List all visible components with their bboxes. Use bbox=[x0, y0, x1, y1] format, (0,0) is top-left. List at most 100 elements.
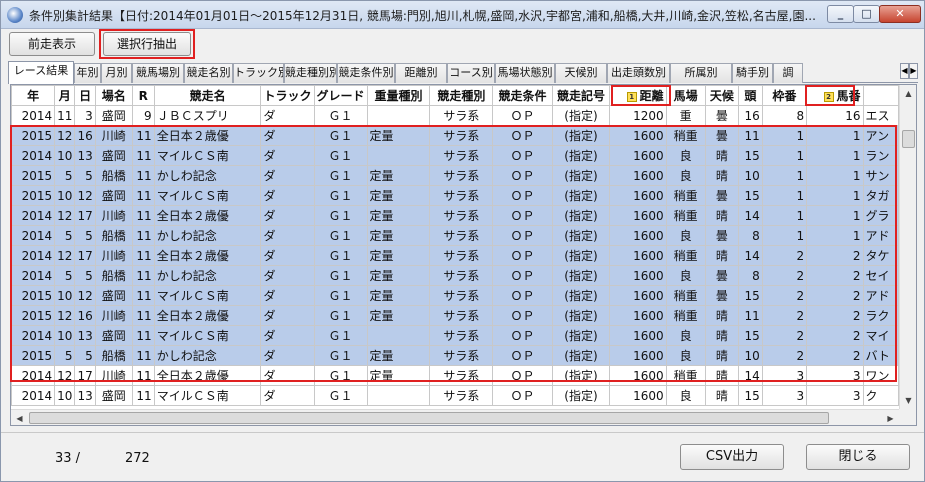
maximize-button[interactable]: □ bbox=[853, 5, 880, 23]
table-cell: サラ系 bbox=[429, 305, 494, 326]
column-header-15[interactable]: 頭 bbox=[738, 85, 763, 106]
table-cell: サラ系 bbox=[429, 265, 494, 286]
table-cell: 1600 bbox=[609, 305, 667, 326]
column-header-17[interactable]: 2 馬番 bbox=[806, 85, 864, 106]
table-cell: ダ bbox=[260, 205, 315, 226]
tab-7[interactable]: 競走条件別 bbox=[337, 63, 395, 83]
table-cell: 10 bbox=[738, 165, 763, 186]
title-bar[interactable]: 条件別集計結果【日付:2014年01月01日～2015年12月31日, 競馬場:… bbox=[1, 1, 924, 29]
column-header-16[interactable]: 枠番 bbox=[761, 85, 808, 106]
table-cell: 川崎 bbox=[94, 245, 133, 266]
table-cell: マイルＣＳ南 bbox=[153, 325, 262, 346]
table-cell: 1 bbox=[761, 125, 808, 146]
table-cell bbox=[366, 385, 431, 406]
table-row[interactable]: 2014 12 17 川崎 11 全日本２歳優ダ Ｇ１ 定量 サラ系 ＯＰ (指定) 1600 稍重晴 1… bbox=[11, 365, 899, 386]
column-header-14[interactable]: 天候 bbox=[704, 85, 740, 106]
tab-4[interactable]: 競走名別 bbox=[184, 63, 233, 83]
table-cell: 3 bbox=[761, 385, 808, 406]
table-cell: (指定) bbox=[551, 205, 611, 226]
vertical-scroll-thumb[interactable] bbox=[902, 130, 915, 148]
table-cell: 1600 bbox=[609, 325, 667, 346]
row-total: 272 bbox=[125, 451, 150, 466]
table-row[interactable]: 2014 10 13 盛岡 11 マイルＣＳ南ダ Ｇ１ サラ系 ＯＰ (指定) 1600 良晴 15 2 2… bbox=[11, 325, 899, 346]
table-cell: 川崎 bbox=[94, 125, 133, 146]
table-row[interactable]: 2014 10 13 盛岡 11 マイルＣＳ南ダ Ｇ１ サラ系 ＯＰ (指定) 1600 良晴 15 3 3… bbox=[11, 385, 899, 406]
column-header-11[interactable]: 競走記号 bbox=[551, 85, 611, 106]
table-cell: 2015 bbox=[11, 165, 56, 186]
table-cell: 稍重 bbox=[665, 205, 706, 226]
tab-10[interactable]: 馬場状態別 bbox=[495, 63, 555, 83]
table-row[interactable]: 2014 5 5 船橋 11 かしわ記念ダ Ｇ１ 定量 サラ系 ＯＰ (指定) 1600 良曇 8 1 1 アド bbox=[11, 225, 899, 246]
table-row[interactable]: 2014 10 13 盛岡 11 マイルＣＳ南ダ Ｇ１ サラ系 ＯＰ (指定) 1600 良晴 15 1 1… bbox=[11, 145, 899, 166]
table-cell: バト bbox=[862, 345, 899, 366]
table-row[interactable]: 2015 5 5 船橋 11 かしわ記念ダ Ｇ１ 定量 サラ系 ＯＰ (指定) 1600 良晴 10 1 1 サ… bbox=[11, 165, 899, 186]
table-row[interactable]: 2015 12 16 川崎 11 全日本２歳優ダ Ｇ１ 定量 サラ系 ＯＰ (指定) 1600 稍重晴 1… bbox=[11, 305, 899, 326]
table-cell: サラ系 bbox=[429, 385, 494, 406]
tab-13[interactable]: 所属別 bbox=[670, 63, 732, 83]
column-header-7[interactable]: グレード bbox=[313, 85, 368, 106]
table-cell: 2014 bbox=[11, 105, 56, 126]
scroll-right-icon[interactable]: ▶ bbox=[882, 410, 899, 425]
column-header-12[interactable]: 1 距離 bbox=[609, 85, 667, 106]
minimize-button[interactable]: _ bbox=[827, 5, 854, 23]
table-row[interactable]: 2015 10 12 盛岡 11 マイルＣＳ南ダ Ｇ１ 定量 サラ系 ＯＰ (指定) 1600 稍重曇 1… bbox=[11, 185, 899, 206]
horizontal-scroll-thumb[interactable] bbox=[29, 412, 829, 424]
close-window-button[interactable]: ✕ bbox=[879, 5, 921, 23]
scroll-up-icon[interactable]: ▲ bbox=[900, 85, 916, 102]
horizontal-scrollbar[interactable]: ◀ ▶ bbox=[11, 409, 899, 425]
column-header-9[interactable]: 競走種別 bbox=[429, 85, 494, 106]
tab-12[interactable]: 出走頭数別 bbox=[607, 63, 670, 83]
close-button[interactable]: 閉じる bbox=[806, 444, 910, 470]
vertical-scrollbar[interactable]: ▲ ▼ bbox=[899, 85, 916, 409]
table-cell: 晴 bbox=[704, 345, 740, 366]
tab-8[interactable]: 距離別 bbox=[395, 63, 447, 83]
column-header-2[interactable]: 日 bbox=[74, 85, 96, 106]
table-cell: 定量 bbox=[366, 345, 431, 366]
table-cell bbox=[366, 105, 431, 126]
table-cell: 11 bbox=[131, 205, 155, 226]
tab-3[interactable]: 競馬場別 bbox=[132, 63, 184, 83]
column-header-1[interactable]: 月 bbox=[54, 85, 76, 106]
table-row[interactable]: 2014 12 17 川崎 11 全日本２歳優ダ Ｇ１ 定量 サラ系 ＯＰ (指定) 1600 稍重晴 1… bbox=[11, 245, 899, 266]
column-header-0[interactable]: 年 bbox=[11, 85, 56, 106]
column-header-4[interactable]: R bbox=[131, 85, 155, 106]
scroll-left-icon[interactable]: ◀ bbox=[11, 410, 28, 425]
previous-race-button[interactable]: 前走表示 bbox=[9, 32, 95, 56]
table-row[interactable]: 2015 10 12 盛岡 11 マイルＣＳ南ダ Ｇ１ 定量 サラ系 ＯＰ (指定) 1600 稍重曇 1… bbox=[11, 285, 899, 306]
column-header-18[interactable] bbox=[862, 85, 899, 106]
tab-6[interactable]: 競走種別別 bbox=[284, 63, 337, 83]
column-header-label: 馬場 bbox=[673, 89, 698, 103]
table-row[interactable]: 2014 11 3 盛岡 9 ＪＢＣスプリダ Ｇ１ サラ系 ＯＰ (指定) 1200 重曇 16 8 16 エ… bbox=[11, 105, 899, 126]
column-header-5[interactable]: 競走名 bbox=[153, 85, 262, 106]
tab-2[interactable]: 月別 bbox=[101, 63, 132, 83]
scroll-down-icon[interactable]: ▼ bbox=[900, 392, 916, 409]
extract-selected-button[interactable]: 選択行抽出 bbox=[103, 32, 191, 56]
table-row[interactable]: 2015 12 16 川崎 11 全日本２歳優ダ Ｇ１ 定量 サラ系 ＯＰ (指定) 1600 稍重曇 1… bbox=[11, 125, 899, 146]
tab-scroll-right-icon[interactable]: ▶ bbox=[909, 63, 918, 79]
table-row[interactable]: 2015 5 5 船橋 11 かしわ記念ダ Ｇ１ 定量 サラ系 ＯＰ (指定) 1600 良晴 10 2 2 バ… bbox=[11, 345, 899, 366]
column-header-label: 場名 bbox=[101, 89, 126, 103]
column-header-13[interactable]: 馬場 bbox=[665, 85, 706, 106]
tab-strip: レース結果 年別 月別 競馬場別 競走名別 トラック別 競走種別別 競走条件別 距離別 コース別馬… bbox=[8, 61, 918, 84]
table-cell: マイルＣＳ南 bbox=[153, 185, 262, 206]
table-cell: 全日本２歳優 bbox=[153, 205, 262, 226]
tab-15[interactable]: 調 bbox=[773, 63, 803, 83]
column-header-6[interactable]: トラック bbox=[260, 85, 315, 106]
tab-9[interactable]: コース別 bbox=[447, 63, 495, 83]
tab-11[interactable]: 天候別 bbox=[555, 63, 607, 83]
column-header-3[interactable]: 場名 bbox=[94, 85, 133, 106]
tab-14[interactable]: 騎手別 bbox=[732, 63, 773, 83]
table-cell: 16 bbox=[74, 125, 96, 146]
tab-5[interactable]: トラック別 bbox=[233, 63, 284, 83]
csv-export-button[interactable]: CSV出力 bbox=[680, 444, 784, 470]
tab-0[interactable]: レース結果 bbox=[8, 61, 74, 84]
table-cell: 1 bbox=[761, 205, 808, 226]
tab-1[interactable]: 年別 bbox=[74, 63, 101, 83]
table-row[interactable]: 2014 12 17 川崎 11 全日本２歳優ダ Ｇ１ 定量 サラ系 ＯＰ (指定) 1600 稍重晴 1… bbox=[11, 205, 899, 226]
column-header-10[interactable]: 競走条件 bbox=[492, 85, 553, 106]
column-header-8[interactable]: 重量種別 bbox=[366, 85, 431, 106]
table-cell: 1600 bbox=[609, 365, 667, 386]
table-cell: 11 bbox=[54, 105, 76, 126]
table-row[interactable]: 2014 5 5 船橋 11 かしわ記念ダ Ｇ１ 定量 サラ系 ＯＰ (指定) 1600 良曇 8 2 2 セイ bbox=[11, 265, 899, 286]
tab-scroll-left-icon[interactable]: ◀ bbox=[900, 63, 909, 79]
